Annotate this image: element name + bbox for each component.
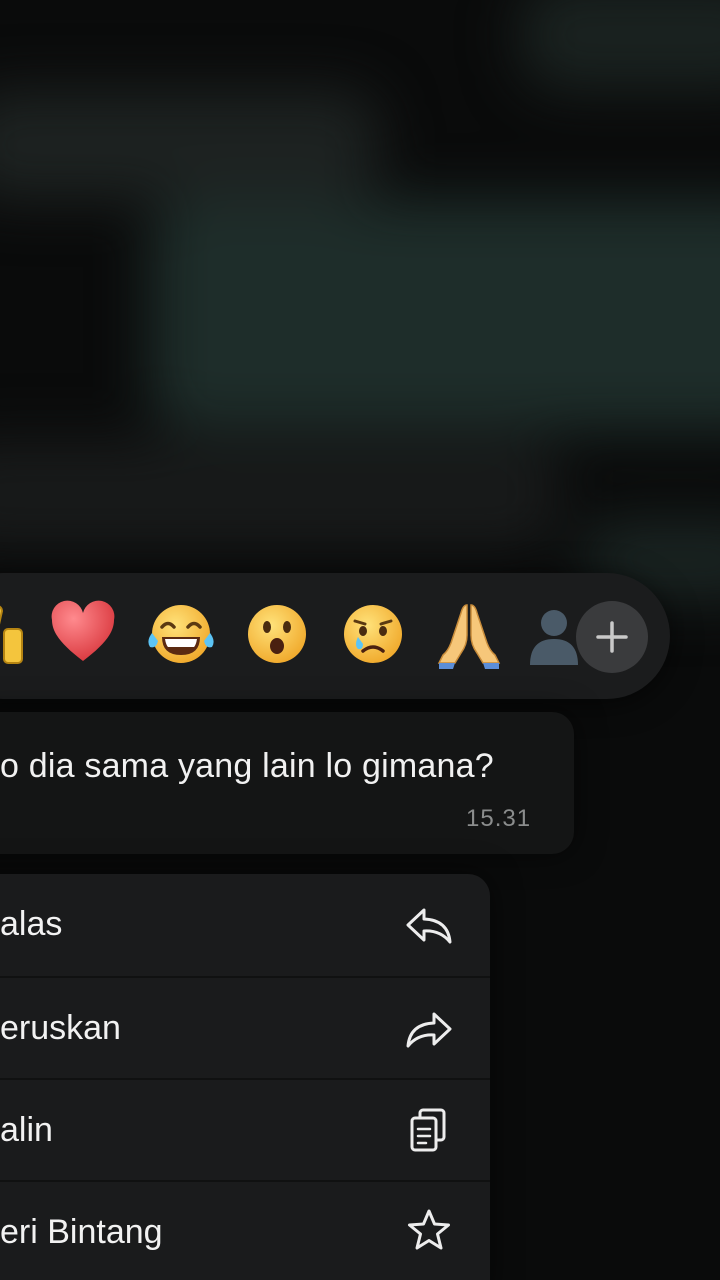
message-context-menu: alas eruskan alin eri Bintang	[0, 874, 490, 1280]
reaction-bar	[0, 573, 670, 699]
menu-item-star[interactable]: eri Bintang	[0, 1182, 490, 1280]
thumbs-up-icon[interactable]	[0, 599, 24, 669]
message-text: o dia sama yang lain lo gimana?	[0, 747, 494, 785]
red-heart-icon[interactable]	[48, 599, 118, 669]
menu-item-reply[interactable]: alas	[0, 874, 490, 976]
menu-item-copy[interactable]: alin	[0, 1080, 490, 1182]
plus-icon	[596, 621, 628, 653]
menu-item-forward[interactable]: eruskan	[0, 978, 490, 1080]
menu-item-label: eruskan	[0, 1009, 121, 1047]
chat-screen: o dia sama yang lain lo gimana? 15.31 al…	[0, 0, 720, 1280]
copy-icon	[410, 1108, 446, 1152]
crying-face-icon[interactable]	[338, 599, 408, 669]
menu-item-label: alas	[0, 905, 63, 943]
face-with-tears-of-joy-icon[interactable]	[146, 599, 216, 669]
face-with-open-mouth-icon[interactable]	[242, 599, 312, 669]
message-timestamp: 15.31	[466, 805, 532, 832]
add-reaction-button[interactable]	[576, 601, 648, 673]
reply-icon	[406, 908, 452, 944]
forward-icon	[406, 1012, 452, 1048]
menu-item-label: alin	[0, 1111, 53, 1149]
star-icon	[408, 1209, 450, 1250]
menu-item-label: eri Bintang	[0, 1213, 163, 1251]
folded-hands-icon[interactable]	[434, 599, 504, 669]
